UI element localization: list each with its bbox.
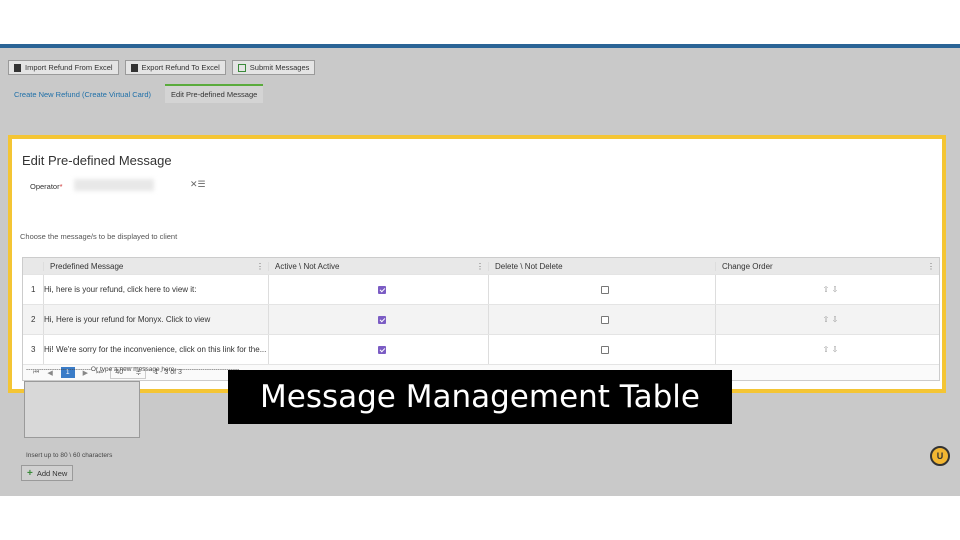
change-order-arrows-icon[interactable]: ⇧ ⇩: [715, 305, 939, 334]
row-active-cell: [268, 305, 488, 334]
add-new-button[interactable]: + Add New: [21, 465, 74, 481]
new-message-textarea[interactable]: [24, 381, 140, 438]
operator-clear-list-icon[interactable]: ✕☰: [190, 179, 206, 190]
export-refund-label: Export Refund To Excel: [141, 63, 220, 72]
row-message: Hi, Here is your refund for Monyx. Click…: [43, 305, 268, 334]
caption-overlay: Message Management Table: [228, 370, 732, 424]
file-icon: [130, 63, 138, 72]
edit-message-panel: Edit Pre-defined Message Operator* ✕☰ Ch…: [8, 135, 946, 393]
plus-icon: +: [27, 467, 33, 479]
character-limit-hint: Insert up to 80 \ 60 characters: [26, 452, 113, 459]
panel-title: Edit Pre-defined Message: [22, 153, 172, 168]
bottom-margin: [0, 496, 960, 540]
import-refund-button[interactable]: Import Refund From Excel: [8, 60, 119, 75]
file-icon: [14, 63, 21, 72]
table-row[interactable]: 1 Hi, here is your refund, click here to…: [23, 275, 939, 305]
toolbar: Import Refund From Excel Export Refund T…: [8, 60, 316, 75]
operator-label: Operator*: [30, 182, 63, 191]
tab-edit-message[interactable]: Edit Pre-defined Message: [165, 84, 264, 103]
delete-checkbox[interactable]: [601, 285, 609, 294]
table-row[interactable]: 2 Hi, Here is your refund for Monyx. Cli…: [23, 305, 939, 335]
submit-messages-button[interactable]: Submit Messages: [231, 60, 316, 75]
row-index: 2: [31, 315, 36, 324]
row-delete-cell: [488, 305, 715, 334]
row-active-cell: [268, 335, 488, 364]
row-index: 1: [31, 285, 36, 294]
required-marker: *: [59, 182, 63, 191]
active-checkbox[interactable]: [377, 285, 386, 294]
submit-messages-label: Submit Messages: [249, 63, 310, 72]
column-menu-icon[interactable]: ⋮: [256, 262, 264, 271]
export-refund-button[interactable]: Export Refund To Excel: [124, 60, 226, 75]
header-predefined-message-label: Predefined Message: [50, 261, 124, 271]
grid-header: Predefined Message ⋮ Active \ Not Active ⋮…: [23, 258, 939, 275]
operator-select[interactable]: [74, 179, 154, 191]
change-order-arrows-icon[interactable]: ⇧ ⇩: [715, 275, 939, 304]
column-menu-icon[interactable]: ⋮: [927, 262, 935, 271]
change-order-arrows-icon[interactable]: ⇧ ⇩: [715, 335, 939, 364]
header-delete-label: Delete \ Not Delete: [495, 261, 563, 271]
operator-label-text: Operator: [30, 182, 60, 191]
column-menu-icon[interactable]: ⋮: [476, 262, 484, 271]
row-active-cell: [268, 275, 488, 304]
row-message: Hi, here is your refund, click here to v…: [43, 275, 268, 304]
row-delete-cell: [488, 335, 715, 364]
row-index: 3: [31, 345, 36, 354]
row-message: Hi! We're sorry for the inconvenience, c…: [43, 335, 268, 364]
assistant-badge-icon[interactable]: U: [930, 446, 950, 466]
save-icon: [237, 63, 246, 72]
choose-instruction: Choose the message/s to be displayed to …: [20, 232, 178, 241]
tab-bar: Create New Refund (Create Virtual Card) …: [8, 84, 264, 103]
row-delete-cell: [488, 275, 715, 304]
app-window: Import Refund From Excel Export Refund T…: [0, 44, 960, 496]
active-checkbox[interactable]: [377, 315, 386, 324]
import-refund-label: Import Refund From Excel: [25, 63, 113, 72]
header-delete[interactable]: Delete \ Not Delete: [488, 261, 715, 271]
header-change-order[interactable]: Change Order ⋮: [715, 261, 939, 271]
delete-checkbox[interactable]: [601, 345, 609, 354]
message-grid: Predefined Message ⋮ Active \ Not Active ⋮…: [22, 257, 940, 381]
header-active[interactable]: Active \ Not Active ⋮: [268, 261, 488, 271]
header-change-order-label: Change Order: [722, 261, 773, 271]
table-row[interactable]: 3 Hi! We're sorry for the inconvenience,…: [23, 335, 939, 365]
tab-create-refund[interactable]: Create New Refund (Create Virtual Card): [8, 86, 157, 103]
delete-checkbox[interactable]: [601, 315, 609, 324]
header-predefined-message[interactable]: Predefined Message ⋮: [43, 261, 268, 271]
add-new-label: Add New: [36, 468, 68, 478]
active-checkbox[interactable]: [377, 345, 386, 354]
top-margin: [0, 0, 960, 44]
header-active-label: Active \ Not Active: [275, 261, 340, 271]
new-message-divider: ------------------------------Or type a …: [26, 366, 240, 373]
